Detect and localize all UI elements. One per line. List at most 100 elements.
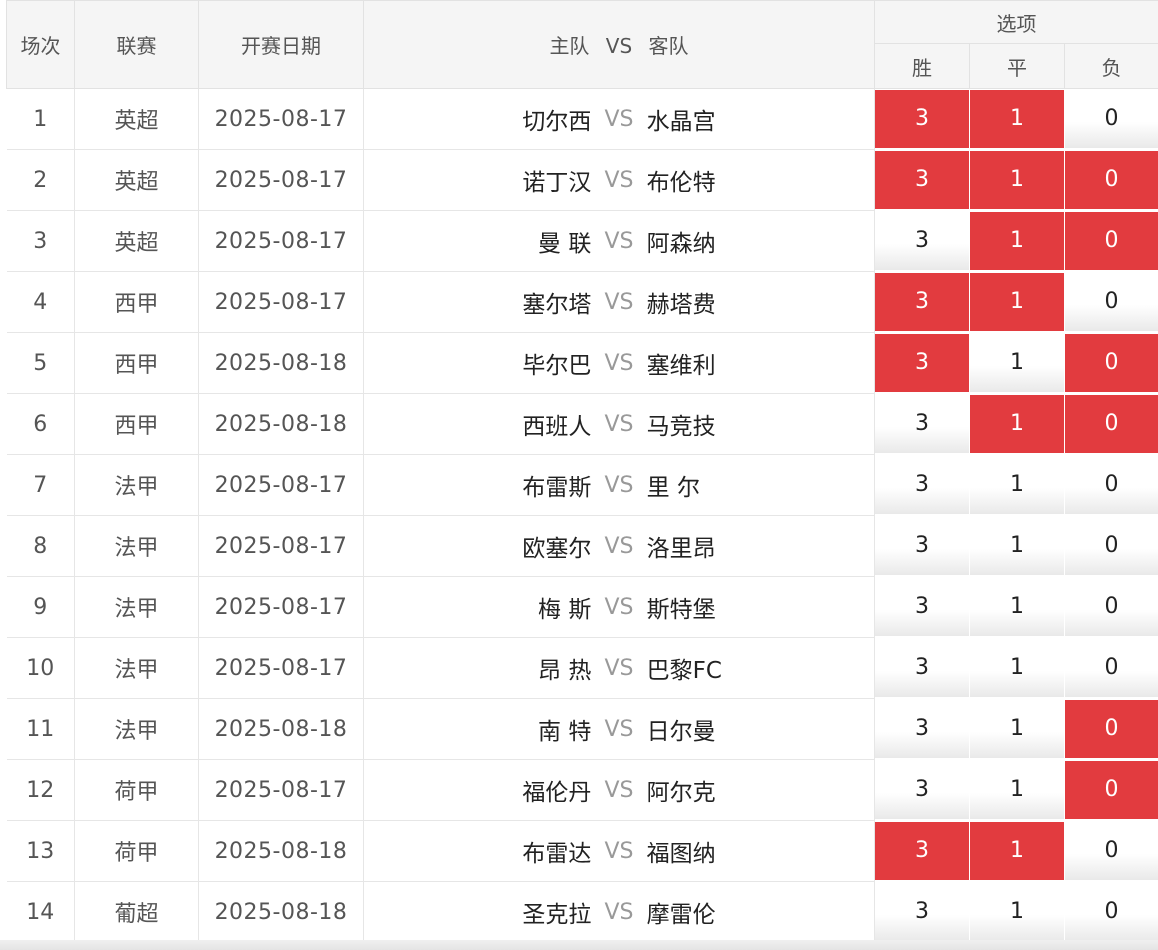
match-teams: 昂 热 VS 巴黎FC bbox=[363, 637, 875, 699]
header-options: 选项 bbox=[873, 0, 1158, 44]
match-teams-inner: 梅 斯 VS 斯特堡 bbox=[364, 590, 874, 624]
match-teams: 西班人 VS 马竞技 bbox=[363, 393, 875, 455]
header-away: 客队 bbox=[648, 34, 689, 58]
option-cell-lose: 0 bbox=[1063, 88, 1158, 150]
option-win-button[interactable]: 3 bbox=[875, 517, 969, 575]
match-number: 13 bbox=[6, 820, 75, 882]
option-win-button[interactable]: 3 bbox=[875, 273, 969, 331]
option-draw-button[interactable]: 1 bbox=[970, 822, 1064, 880]
match-date: 2025-08-17 bbox=[198, 88, 364, 150]
home-team: 诺丁汉 bbox=[522, 170, 592, 196]
bottom-shade bbox=[0, 940, 1158, 950]
table-header: 场次 联赛 开赛日期 主队 VS 客队 选项 胜 平 负 bbox=[6, 0, 1158, 89]
option-lose-button[interactable]: 0 bbox=[1065, 90, 1158, 148]
option-draw-button[interactable]: 1 bbox=[970, 761, 1064, 819]
option-win-button[interactable]: 3 bbox=[875, 822, 969, 880]
match-date: 2025-08-17 bbox=[198, 149, 364, 211]
option-cell-lose: 0 bbox=[1063, 881, 1158, 943]
league-name: 西甲 bbox=[74, 332, 199, 394]
option-draw-button[interactable]: 1 bbox=[970, 273, 1064, 331]
match-teams: 毕尔巴 VS 塞维利 bbox=[363, 332, 875, 394]
option-lose-button[interactable]: 0 bbox=[1065, 761, 1158, 819]
option-cell-draw: 1 bbox=[969, 820, 1065, 882]
match-teams-inner: 南 特 VS 日尔曼 bbox=[364, 712, 874, 746]
option-win-button[interactable]: 3 bbox=[875, 639, 969, 697]
match-teams: 布雷达 VS 福图纳 bbox=[363, 820, 875, 882]
match-date: 2025-08-17 bbox=[198, 210, 364, 272]
league-name: 西甲 bbox=[74, 271, 199, 333]
match-teams: 布雷斯 VS 里 尔 bbox=[363, 454, 875, 516]
match-number: 8 bbox=[6, 515, 75, 577]
vs-label: VS bbox=[604, 350, 634, 376]
match-teams-inner: 切尔西 VS 水晶宫 bbox=[364, 102, 874, 136]
match-teams-inner: 塞尔塔 VS 赫塔费 bbox=[364, 285, 874, 319]
league-name: 法甲 bbox=[74, 454, 199, 516]
option-lose-button[interactable]: 0 bbox=[1065, 151, 1158, 209]
option-win-button[interactable]: 3 bbox=[875, 334, 969, 392]
option-lose-button[interactable]: 0 bbox=[1065, 517, 1158, 575]
league-name: 法甲 bbox=[74, 698, 199, 760]
home-team: 毕尔巴 bbox=[522, 353, 592, 379]
table-row: 14 葡超 2025-08-18 圣克拉 VS 摩雷伦 3 1 0 bbox=[6, 881, 1158, 943]
option-lose-button[interactable]: 0 bbox=[1065, 395, 1158, 453]
vs-label: VS bbox=[604, 899, 634, 925]
option-draw-button[interactable]: 1 bbox=[970, 883, 1064, 941]
option-draw-button[interactable]: 1 bbox=[970, 151, 1064, 209]
option-lose-button[interactable]: 0 bbox=[1065, 822, 1158, 880]
match-teams-inner: 毕尔巴 VS 塞维利 bbox=[364, 346, 874, 380]
match-table: 场次 联赛 开赛日期 主队 VS 客队 选项 胜 平 负 1 英超 2025-08-… bbox=[6, 0, 1158, 943]
option-win-button[interactable]: 3 bbox=[875, 456, 969, 514]
table-row: 12 荷甲 2025-08-17 福伦丹 VS 阿尔克 3 1 0 bbox=[6, 759, 1158, 821]
match-date: 2025-08-17 bbox=[198, 271, 364, 333]
option-draw-button[interactable]: 1 bbox=[970, 90, 1064, 148]
league-name: 英超 bbox=[74, 210, 199, 272]
option-draw-button[interactable]: 1 bbox=[970, 395, 1064, 453]
option-lose-button[interactable]: 0 bbox=[1065, 700, 1158, 758]
option-win-button[interactable]: 3 bbox=[875, 90, 969, 148]
option-draw-button[interactable]: 1 bbox=[970, 517, 1064, 575]
league-name: 西甲 bbox=[74, 393, 199, 455]
option-draw-button[interactable]: 1 bbox=[970, 334, 1064, 392]
option-win-button[interactable]: 3 bbox=[875, 395, 969, 453]
option-lose-button[interactable]: 0 bbox=[1065, 456, 1158, 514]
option-cell-lose: 0 bbox=[1063, 393, 1158, 455]
option-draw-button[interactable]: 1 bbox=[970, 212, 1064, 270]
table-row: 9 法甲 2025-08-17 梅 斯 VS 斯特堡 3 1 0 bbox=[6, 576, 1158, 638]
option-lose-button[interactable]: 0 bbox=[1065, 883, 1158, 941]
match-number: 2 bbox=[6, 149, 75, 211]
option-lose-button[interactable]: 0 bbox=[1065, 578, 1158, 636]
option-cell-draw: 1 bbox=[969, 576, 1065, 638]
option-lose-button[interactable]: 0 bbox=[1065, 212, 1158, 270]
option-win-button[interactable]: 3 bbox=[875, 151, 969, 209]
league-name: 荷甲 bbox=[74, 759, 199, 821]
option-cell-draw: 1 bbox=[969, 637, 1065, 699]
option-win-button[interactable]: 3 bbox=[875, 883, 969, 941]
league-name: 法甲 bbox=[74, 515, 199, 577]
league-name: 葡超 bbox=[74, 881, 199, 943]
vs-label: VS bbox=[604, 289, 634, 315]
option-win-button[interactable]: 3 bbox=[875, 700, 969, 758]
option-draw-button[interactable]: 1 bbox=[970, 456, 1064, 514]
home-team: 欧塞尔 bbox=[522, 536, 592, 562]
away-team: 马竞技 bbox=[646, 414, 716, 440]
option-cell-lose: 0 bbox=[1063, 271, 1158, 333]
option-lose-button[interactable]: 0 bbox=[1065, 639, 1158, 697]
option-cell-draw: 1 bbox=[969, 454, 1065, 516]
option-cell-win: 3 bbox=[874, 881, 970, 943]
option-win-button[interactable]: 3 bbox=[875, 578, 969, 636]
option-draw-button[interactable]: 1 bbox=[970, 700, 1064, 758]
match-number: 9 bbox=[6, 576, 75, 638]
match-teams-inner: 诺丁汉 VS 布伦特 bbox=[364, 163, 874, 197]
option-draw-button[interactable]: 1 bbox=[970, 639, 1064, 697]
option-win-button[interactable]: 3 bbox=[875, 761, 969, 819]
away-team: 阿森纳 bbox=[646, 231, 716, 257]
option-cell-win: 3 bbox=[874, 393, 970, 455]
option-draw-button[interactable]: 1 bbox=[970, 578, 1064, 636]
option-win-button[interactable]: 3 bbox=[875, 212, 969, 270]
option-lose-button[interactable]: 0 bbox=[1065, 273, 1158, 331]
option-cell-win: 3 bbox=[874, 454, 970, 516]
match-teams-inner: 西班人 VS 马竞技 bbox=[364, 407, 874, 441]
table-row: 1 英超 2025-08-17 切尔西 VS 水晶宫 3 1 0 bbox=[6, 88, 1158, 150]
vs-label: VS bbox=[604, 228, 634, 254]
option-lose-button[interactable]: 0 bbox=[1065, 334, 1158, 392]
